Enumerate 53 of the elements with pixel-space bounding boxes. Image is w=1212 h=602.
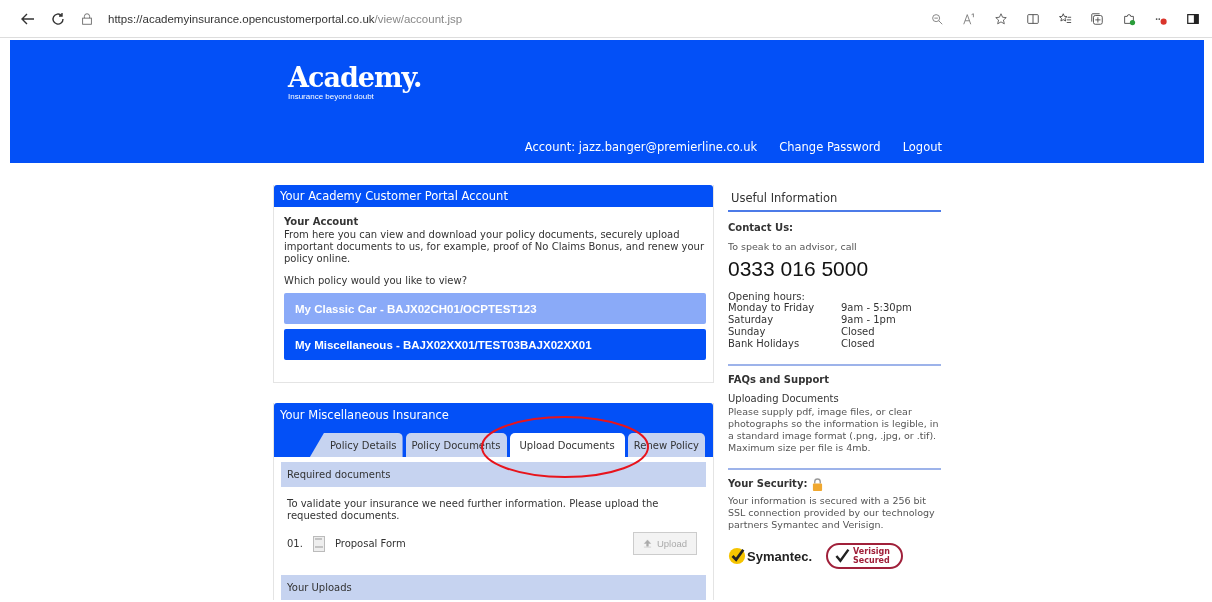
- zoom-icon[interactable]: [930, 11, 944, 26]
- policy-button[interactable]: My Miscellaneous - BAJX02XX01/TEST03BAJX02XX01: [284, 329, 706, 360]
- tab[interactable]: Policy Details: [309, 433, 403, 457]
- question-text: Which policy would you like to view?: [284, 275, 468, 287]
- symantec-logo: Symantec.: [747, 548, 813, 564]
- day-label: Bank Holidays: [728, 338, 801, 350]
- section-heading: Your Uploads: [281, 575, 706, 600]
- faq-heading: Uploading Documents: [728, 393, 840, 404]
- section-heading: Your Security:: [728, 478, 808, 489]
- lock-icon: [80, 11, 94, 26]
- day-label: Sunday: [728, 326, 767, 338]
- account-email: Account: jazz.banger@premierline.co.uk: [524, 140, 758, 154]
- split-screen-icon[interactable]: [1026, 11, 1040, 26]
- section-heading: Contact Us:: [728, 222, 795, 233]
- instruction-text: To validate your insurance we need further information. Please upload the requested documents.: [286, 497, 660, 522]
- contact-text: To speak to an advisor, call: [728, 241, 858, 253]
- document-name: Proposal Form: [334, 538, 406, 549]
- favorites-icon[interactable]: [1058, 11, 1072, 26]
- section-heading: Your Account: [284, 216, 360, 227]
- security-text: Your information is secured with a 256 bit SSL connection provided by our technology partners Symantec and Verisign.: [728, 495, 936, 531]
- academy-logo[interactable]: Academy.: [288, 64, 948, 92]
- day-label: Monday to Friday: [728, 302, 816, 314]
- star-icon[interactable]: [994, 11, 1008, 26]
- faq-text: Please supply pdf, image files, or clear photographs so the information is legible, in a standard image format (.png, .jpg, or .tif). Maximum size per file is 4mb.: [728, 406, 940, 454]
- read-aloud-icon[interactable]: [962, 11, 976, 26]
- reload-icon[interactable]: [50, 10, 66, 27]
- verisign-seal: Verisign Secured: [826, 543, 904, 569]
- phone-number: 0333 016 5000: [728, 257, 870, 281]
- upload-icon: [642, 539, 652, 548]
- header-link[interactable]: Logout: [902, 140, 942, 154]
- sidebar-title: Useful Information: [728, 191, 941, 212]
- hours-value: 9am - 5:30pm: [841, 302, 912, 314]
- address-field[interactable]: https://academyinsurance.opencustomerportal.co.uk/view/account.jsp: [108, 12, 916, 25]
- day-label: Saturday: [728, 314, 775, 326]
- checkmark-icon: [728, 547, 746, 565]
- document-number: 01.: [287, 538, 303, 549]
- extension-icon[interactable]: [1122, 11, 1136, 26]
- tab[interactable]: Upload Documents: [509, 433, 625, 457]
- intro-text: From here you can view and download your policy documents, securely upload important documents to us, for example, proof of No Claims Bonus, and renew your policy online.: [284, 229, 706, 265]
- hours-value: Closed: [841, 338, 875, 350]
- hours-value: Closed: [841, 326, 875, 338]
- tagline: Insurance beyond doubt: [288, 92, 374, 101]
- panel-title: Your Miscellaneous Insurance: [279, 407, 450, 424]
- sidebar-icon[interactable]: [1186, 11, 1200, 26]
- section-heading: Required documents: [281, 462, 706, 487]
- section-heading: FAQs and Support: [728, 374, 831, 385]
- collections-icon[interactable]: [1090, 11, 1104, 26]
- document-icon: [312, 535, 325, 552]
- hours-heading: Opening hours:: [728, 291, 805, 302]
- panel-title: Your Academy Customer Portal Account: [274, 185, 713, 207]
- header-link[interactable]: Change Password: [779, 140, 881, 154]
- hours-value: 9am - 1pm: [841, 314, 896, 326]
- padlock-icon: [812, 478, 824, 491]
